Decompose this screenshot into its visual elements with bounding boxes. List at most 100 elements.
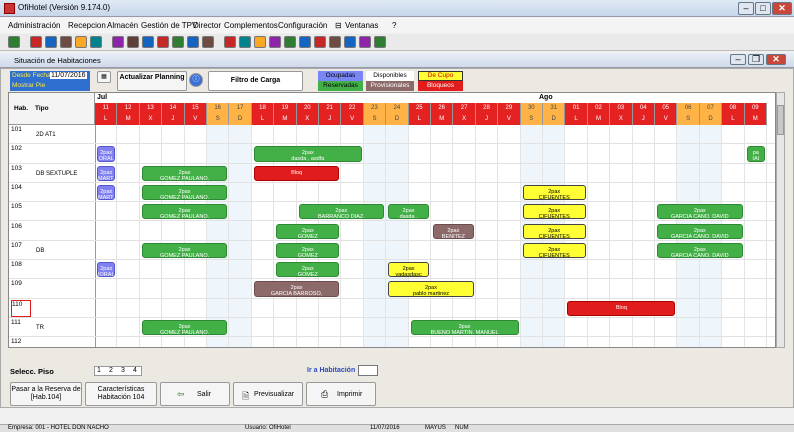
toolbar-tool-icon[interactable] — [112, 36, 124, 48]
toolbar-tool-icon[interactable] — [224, 36, 236, 48]
room-row[interactable] — [9, 144, 775, 164]
toolbar-tool-icon[interactable] — [314, 36, 326, 48]
toolbar-tool-icon[interactable] — [187, 36, 199, 48]
reservation-block[interactable]: 3pax GOMEZ PAULANO, — [141, 320, 228, 336]
room-number[interactable]: 102 — [11, 145, 22, 152]
vertical-scrollbar[interactable] — [776, 92, 785, 348]
room-number[interactable]: 112 — [11, 338, 21, 345]
salir-button[interactable]: ⇦ Salir — [160, 382, 230, 406]
room-number[interactable]: 105 — [11, 203, 22, 210]
room-row[interactable] — [9, 337, 775, 347]
reservation-block[interactable]: 2pax GARCIA BARROSO, — [253, 281, 340, 297]
planning-grid[interactable]: Hab. Tipo Jul Ago 11 L 12 M 13 X 14 J 15 V 16 S 17 D 1… — [8, 92, 776, 348]
reservation-block[interactable]: pa IAI — [746, 146, 765, 162]
toolbar-tool-icon[interactable] — [172, 36, 184, 48]
toolbar-tool-icon[interactable] — [344, 36, 356, 48]
reservation-block[interactable]: 2pax GOMEZ PAULANO, — [141, 165, 228, 181]
reservation-block[interactable]: 2pax ORAL — [97, 146, 116, 162]
reservation-block[interactable]: 2pax dasda , — [388, 204, 429, 220]
room-row[interactable] — [9, 125, 775, 145]
toolbar-tool-icon[interactable] — [329, 36, 341, 48]
reservation-block[interactable]: 2pax CIFUENTES — [522, 204, 586, 220]
toolbar-tool-icon[interactable] — [269, 36, 281, 48]
toolbar-tool-icon[interactable] — [127, 36, 139, 48]
room-number[interactable]: 111 — [11, 319, 21, 326]
toolbar-tool-icon[interactable] — [299, 36, 311, 48]
minimize-icon[interactable]: – — [738, 2, 754, 15]
sub-close-icon[interactable]: ✕ — [766, 54, 786, 65]
info-icon[interactable]: ⓘ — [189, 73, 203, 87]
toolbar-tool-icon[interactable] — [8, 36, 20, 48]
toolbar-tool-icon[interactable] — [30, 36, 42, 48]
desde-fecha-input[interactable]: 11/07/2016 — [50, 72, 87, 79]
menu-complementos[interactable]: Complementos — [224, 21, 278, 30]
toolbar-tool-icon[interactable] — [75, 36, 87, 48]
reservation-block[interactable]: 2pax GOMEZ — [276, 262, 340, 278]
reservation-block[interactable]: 2pax MARTI — [97, 184, 116, 201]
menu-recepcion[interactable]: Recepcion — [68, 21, 106, 30]
room-row[interactable] — [9, 318, 775, 338]
reservation-block[interactable]: 2pax GOMEZ — [276, 242, 340, 259]
piso-2[interactable]: 2 — [109, 367, 113, 374]
room-number[interactable]: 108 — [11, 261, 22, 268]
room-number[interactable]: 106 — [11, 223, 22, 230]
reservation-block[interactable]: 2pax GARCIA CANO, DAVID — [657, 204, 743, 220]
sub-minimize-icon[interactable]: – — [730, 54, 746, 65]
menu-ventanas[interactable]: Ventanas — [345, 21, 378, 30]
imprimir-button[interactable]: ⎙ Imprimir — [306, 382, 376, 406]
menu-configuracion[interactable]: Configuración — [278, 21, 327, 30]
close-icon[interactable]: ✕ — [772, 2, 792, 15]
reservation-block[interactable]: 2pax dasda , asdfa — [253, 146, 362, 162]
reservation-block[interactable]: 2pax BARRANCO DIAZ, — [298, 204, 385, 220]
reservation-block[interactable]: 2pax CIFUENTES — [522, 223, 586, 239]
reservation-block[interactable]: 3pax BUENO MARTIN, MANUEL — [410, 320, 519, 336]
scrollbar-thumb[interactable] — [777, 105, 784, 135]
toolbar-tool-icon[interactable] — [284, 36, 296, 48]
pasar-reserva-button[interactable]: Pasar a la Reserva de [Hab.104] — [10, 382, 82, 406]
actualizar-planning-button[interactable]: Actualizar Planning — [117, 71, 187, 91]
sub-restore-icon[interactable]: ❐ — [748, 54, 764, 65]
toolbar-tool-icon[interactable] — [202, 36, 214, 48]
room-number[interactable]: 103 — [11, 165, 22, 172]
toolbar-tool-icon[interactable] — [254, 36, 266, 48]
room-number[interactable]: 110 — [11, 299, 31, 317]
toolbar-tool-icon[interactable] — [142, 36, 154, 48]
caracteristicas-button[interactable]: Características Habitación 104 — [85, 382, 157, 406]
piso-4[interactable]: 4 — [133, 367, 137, 374]
toolbar-tool-icon[interactable] — [374, 36, 386, 48]
toolbar-tool-icon[interactable] — [359, 36, 371, 48]
reservation-block[interactable]: 2pax CIFUENTES — [522, 184, 586, 201]
menu-almacen[interactable]: Almacén — [107, 21, 138, 30]
room-number[interactable]: 107 — [11, 242, 22, 249]
reservation-block[interactable]: 2pax GOMEZ PAULANO, — [141, 184, 228, 201]
reservation-block[interactable]: 2pax CIFUENTES — [522, 242, 586, 259]
reservation-block[interactable]: Bloq — [567, 300, 676, 316]
menu-director[interactable]: Director — [193, 21, 221, 30]
room-number[interactable]: 109 — [11, 280, 22, 287]
reservation-block[interactable]: 2pax GARCIA CANO, DAVID — [657, 223, 743, 239]
toolbar-tool-icon[interactable] — [45, 36, 57, 48]
reservation-block[interactable]: 2pax BENITEZ — [433, 223, 474, 239]
menu-administracion[interactable]: Administración — [8, 21, 60, 30]
reservation-block[interactable]: 2pax MARTI — [97, 165, 116, 181]
ir-habitacion-input[interactable] — [358, 365, 378, 376]
piso-1[interactable]: 1 — [97, 367, 101, 374]
piso-3[interactable]: 3 — [121, 367, 125, 374]
reservation-block[interactable]: 2pax pablo martinez — [388, 281, 474, 297]
toolbar-tool-icon[interactable] — [157, 36, 169, 48]
room-row[interactable] — [9, 183, 775, 203]
reservation-block[interactable]: 2pax GARCIA CANO, DAVID — [657, 242, 743, 259]
toolbar-tool-icon[interactable] — [60, 36, 72, 48]
toolbar-tool-icon[interactable] — [239, 36, 251, 48]
room-number[interactable]: 104 — [11, 184, 22, 191]
reservation-block[interactable]: 2pax GOMEZ PAULANO, — [141, 204, 228, 220]
reservation-block[interactable]: 2pax vadasdasc — [388, 262, 429, 278]
previsualizar-button[interactable]: 🗎 Previsualizar — [233, 382, 303, 406]
room-number[interactable]: 101 — [11, 126, 22, 133]
reservation-block[interactable]: 2pax GOMEZ — [276, 223, 340, 239]
reservation-block[interactable]: Bloq — [253, 165, 340, 181]
filtro-carga-button[interactable]: Filtro de Carga — [208, 71, 303, 91]
maximize-icon[interactable]: □ — [755, 2, 771, 15]
calendar-icon[interactable]: ▦ — [97, 71, 111, 83]
menu-help[interactable]: ? — [392, 21, 396, 30]
